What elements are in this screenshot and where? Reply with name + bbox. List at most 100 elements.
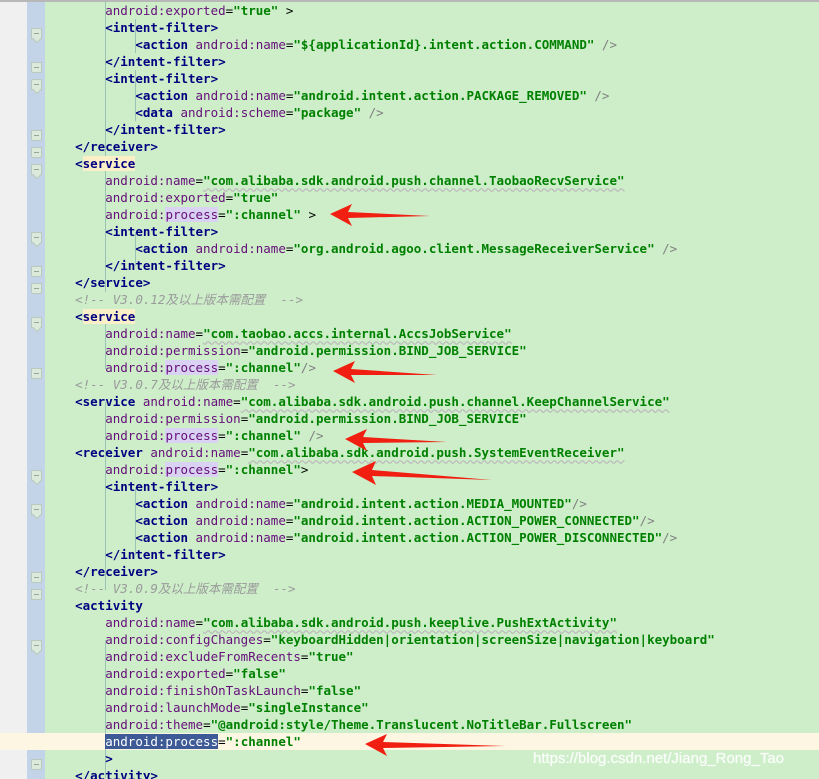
xml-tag: <action bbox=[135, 513, 188, 528]
code-line[interactable]: </receiver> bbox=[45, 138, 819, 155]
code-line[interactable]: android:permission="android.permission.B… bbox=[45, 410, 819, 427]
xml-equals: = bbox=[218, 360, 226, 375]
code-line[interactable]: <service bbox=[45, 155, 819, 172]
source-code-text[interactable]: android:exported="true" > <intent-filter… bbox=[45, 2, 819, 779]
code-line[interactable]: </receiver> bbox=[45, 563, 819, 580]
fold-collapse-icon[interactable] bbox=[31, 28, 42, 39]
code-line[interactable]: android:excludeFromRecents="true" bbox=[45, 648, 819, 665]
code-line[interactable]: android:launchMode="singleInstance" bbox=[45, 699, 819, 716]
fold-end-icon[interactable] bbox=[31, 572, 42, 583]
code-line[interactable]: android:finishOnTaskLaunch="false" bbox=[45, 682, 819, 699]
xml-tag: <action bbox=[135, 530, 188, 545]
fold-gutter[interactable] bbox=[27, 2, 45, 779]
code-line[interactable]: <receiver android:name="com.alibaba.sdk.… bbox=[45, 444, 819, 461]
code-line[interactable]: <!-- V3.0.9及以上版本需配置 --> bbox=[45, 580, 819, 597]
xml-tag: </receiver> bbox=[75, 564, 158, 579]
xml-text: > bbox=[300, 207, 316, 222]
xml-string: "true" bbox=[233, 3, 279, 18]
fold-end-icon[interactable] bbox=[31, 130, 42, 141]
code-line[interactable]: <intent-filter> bbox=[45, 70, 819, 87]
code-editor-pane[interactable]: android:exported="true" > <intent-filter… bbox=[0, 0, 819, 779]
code-line[interactable]: <action android:name="android.intent.act… bbox=[45, 495, 819, 512]
code-line[interactable]: android:exported="false" bbox=[45, 665, 819, 682]
code-line[interactable]: android:name="com.taobao.accs.internal.A… bbox=[45, 325, 819, 342]
xml-tag: </intent-filter> bbox=[105, 54, 226, 69]
fold-collapse-icon[interactable] bbox=[31, 79, 42, 90]
xml-attribute: android:name bbox=[195, 88, 286, 103]
xml-attribute: android:theme bbox=[105, 717, 204, 732]
code-line[interactable]: android:process=":channel" bbox=[45, 733, 819, 750]
xml-string: ":channel" bbox=[225, 734, 301, 749]
fold-end-icon[interactable] bbox=[31, 589, 42, 600]
fold-minus-glyph bbox=[34, 84, 39, 85]
xml-attribute: android:launchMode bbox=[105, 700, 241, 715]
code-line[interactable]: <service bbox=[45, 308, 819, 325]
code-line[interactable]: <activity bbox=[45, 597, 819, 614]
xml-string: "true" bbox=[233, 190, 279, 205]
fold-collapse-icon[interactable] bbox=[31, 164, 42, 175]
code-line[interactable]: </intent-filter> bbox=[45, 121, 819, 138]
fold-collapse-icon[interactable] bbox=[31, 470, 42, 481]
xml-string: "android.permission.BIND_JOB_SERVICE" bbox=[248, 343, 527, 358]
code-line[interactable]: <!-- V3.0.12及以上版本需配置 --> bbox=[45, 291, 819, 308]
code-line[interactable]: <data android:scheme="package" /> bbox=[45, 104, 819, 121]
fold-end-icon[interactable] bbox=[31, 283, 42, 294]
xml-tag: <intent-filter> bbox=[105, 224, 219, 239]
fold-collapse-icon[interactable] bbox=[31, 640, 42, 651]
xml-string: "singleInstance" bbox=[248, 700, 369, 715]
fold-minus-glyph bbox=[34, 169, 39, 170]
code-line[interactable]: </intent-filter> bbox=[45, 257, 819, 274]
code-line[interactable]: <!-- V3.0.7及以上版本需配置 --> bbox=[45, 376, 819, 393]
xml-close-slash: /> bbox=[594, 37, 617, 52]
code-line[interactable]: android:process=":channel" /> bbox=[45, 427, 819, 444]
fold-end-icon[interactable] bbox=[31, 368, 42, 379]
code-line[interactable]: android:process=":channel"> bbox=[45, 461, 819, 478]
xml-equals: = bbox=[233, 394, 241, 409]
xml-text bbox=[188, 88, 196, 103]
code-line[interactable]: android:exported="true" > bbox=[45, 2, 819, 19]
code-line[interactable]: android:permission="android.permission.B… bbox=[45, 342, 819, 359]
code-line[interactable]: </intent-filter> bbox=[45, 53, 819, 70]
xml-attribute: android:exported bbox=[105, 666, 226, 681]
xml-text bbox=[188, 37, 196, 52]
code-line[interactable]: </activity> bbox=[45, 767, 819, 779]
fold-end-icon[interactable] bbox=[31, 266, 42, 277]
xml-comment: <!-- V3.0.9及以上版本需配置 --> bbox=[75, 581, 296, 596]
code-line[interactable]: android:process=":channel"/> bbox=[45, 359, 819, 376]
fold-minus-glyph bbox=[34, 67, 39, 68]
fold-collapse-icon[interactable] bbox=[31, 504, 42, 515]
code-line[interactable]: android:process=":channel" > bbox=[45, 206, 819, 223]
fold-end-icon[interactable] bbox=[31, 62, 42, 73]
code-line[interactable]: <action android:name="android.intent.act… bbox=[45, 529, 819, 546]
code-line[interactable]: <intent-filter> bbox=[45, 19, 819, 36]
code-line[interactable]: <action android:name="android.intent.act… bbox=[45, 512, 819, 529]
code-line[interactable]: <service android:name="com.alibaba.sdk.a… bbox=[45, 393, 819, 410]
code-line[interactable]: <intent-filter> bbox=[45, 223, 819, 240]
code-line[interactable]: </intent-filter> bbox=[45, 546, 819, 563]
code-line[interactable]: <intent-filter> bbox=[45, 478, 819, 495]
code-line[interactable]: <action android:name="android.intent.act… bbox=[45, 87, 819, 104]
code-line[interactable]: android:name="com.alibaba.sdk.android.pu… bbox=[45, 614, 819, 631]
fold-end-icon[interactable] bbox=[31, 147, 42, 158]
xml-string: "android.permission.BIND_JOB_SERVICE" bbox=[248, 411, 527, 426]
xml-attribute: android:name bbox=[150, 445, 241, 460]
fold-collapse-icon[interactable] bbox=[31, 232, 42, 243]
xml-tag: </intent-filter> bbox=[105, 122, 226, 137]
code-line[interactable]: android:name="com.alibaba.sdk.android.pu… bbox=[45, 172, 819, 189]
fold-collapse-icon[interactable] bbox=[31, 317, 42, 328]
xml-close-slash: /> bbox=[300, 428, 324, 443]
selected-text[interactable]: android:process bbox=[105, 734, 219, 749]
code-line[interactable]: <action android:name="${applicationId}.i… bbox=[45, 36, 819, 53]
code-line[interactable]: </service> bbox=[45, 274, 819, 291]
fold-minus-glyph bbox=[34, 237, 39, 238]
code-line[interactable]: android:configChanges="keyboardHidden|or… bbox=[45, 631, 819, 648]
xml-tag-highlighted: service bbox=[82, 156, 136, 171]
code-line[interactable]: android:exported="true" bbox=[45, 189, 819, 206]
code-line[interactable]: <action android:name="org.android.agoo.c… bbox=[45, 240, 819, 257]
fold-minus-glyph bbox=[34, 594, 39, 595]
fold-end-icon[interactable] bbox=[31, 759, 42, 770]
code-line[interactable]: android:theme="@android:style/Theme.Tran… bbox=[45, 716, 819, 733]
xml-attribute: android:scheme bbox=[180, 105, 286, 120]
